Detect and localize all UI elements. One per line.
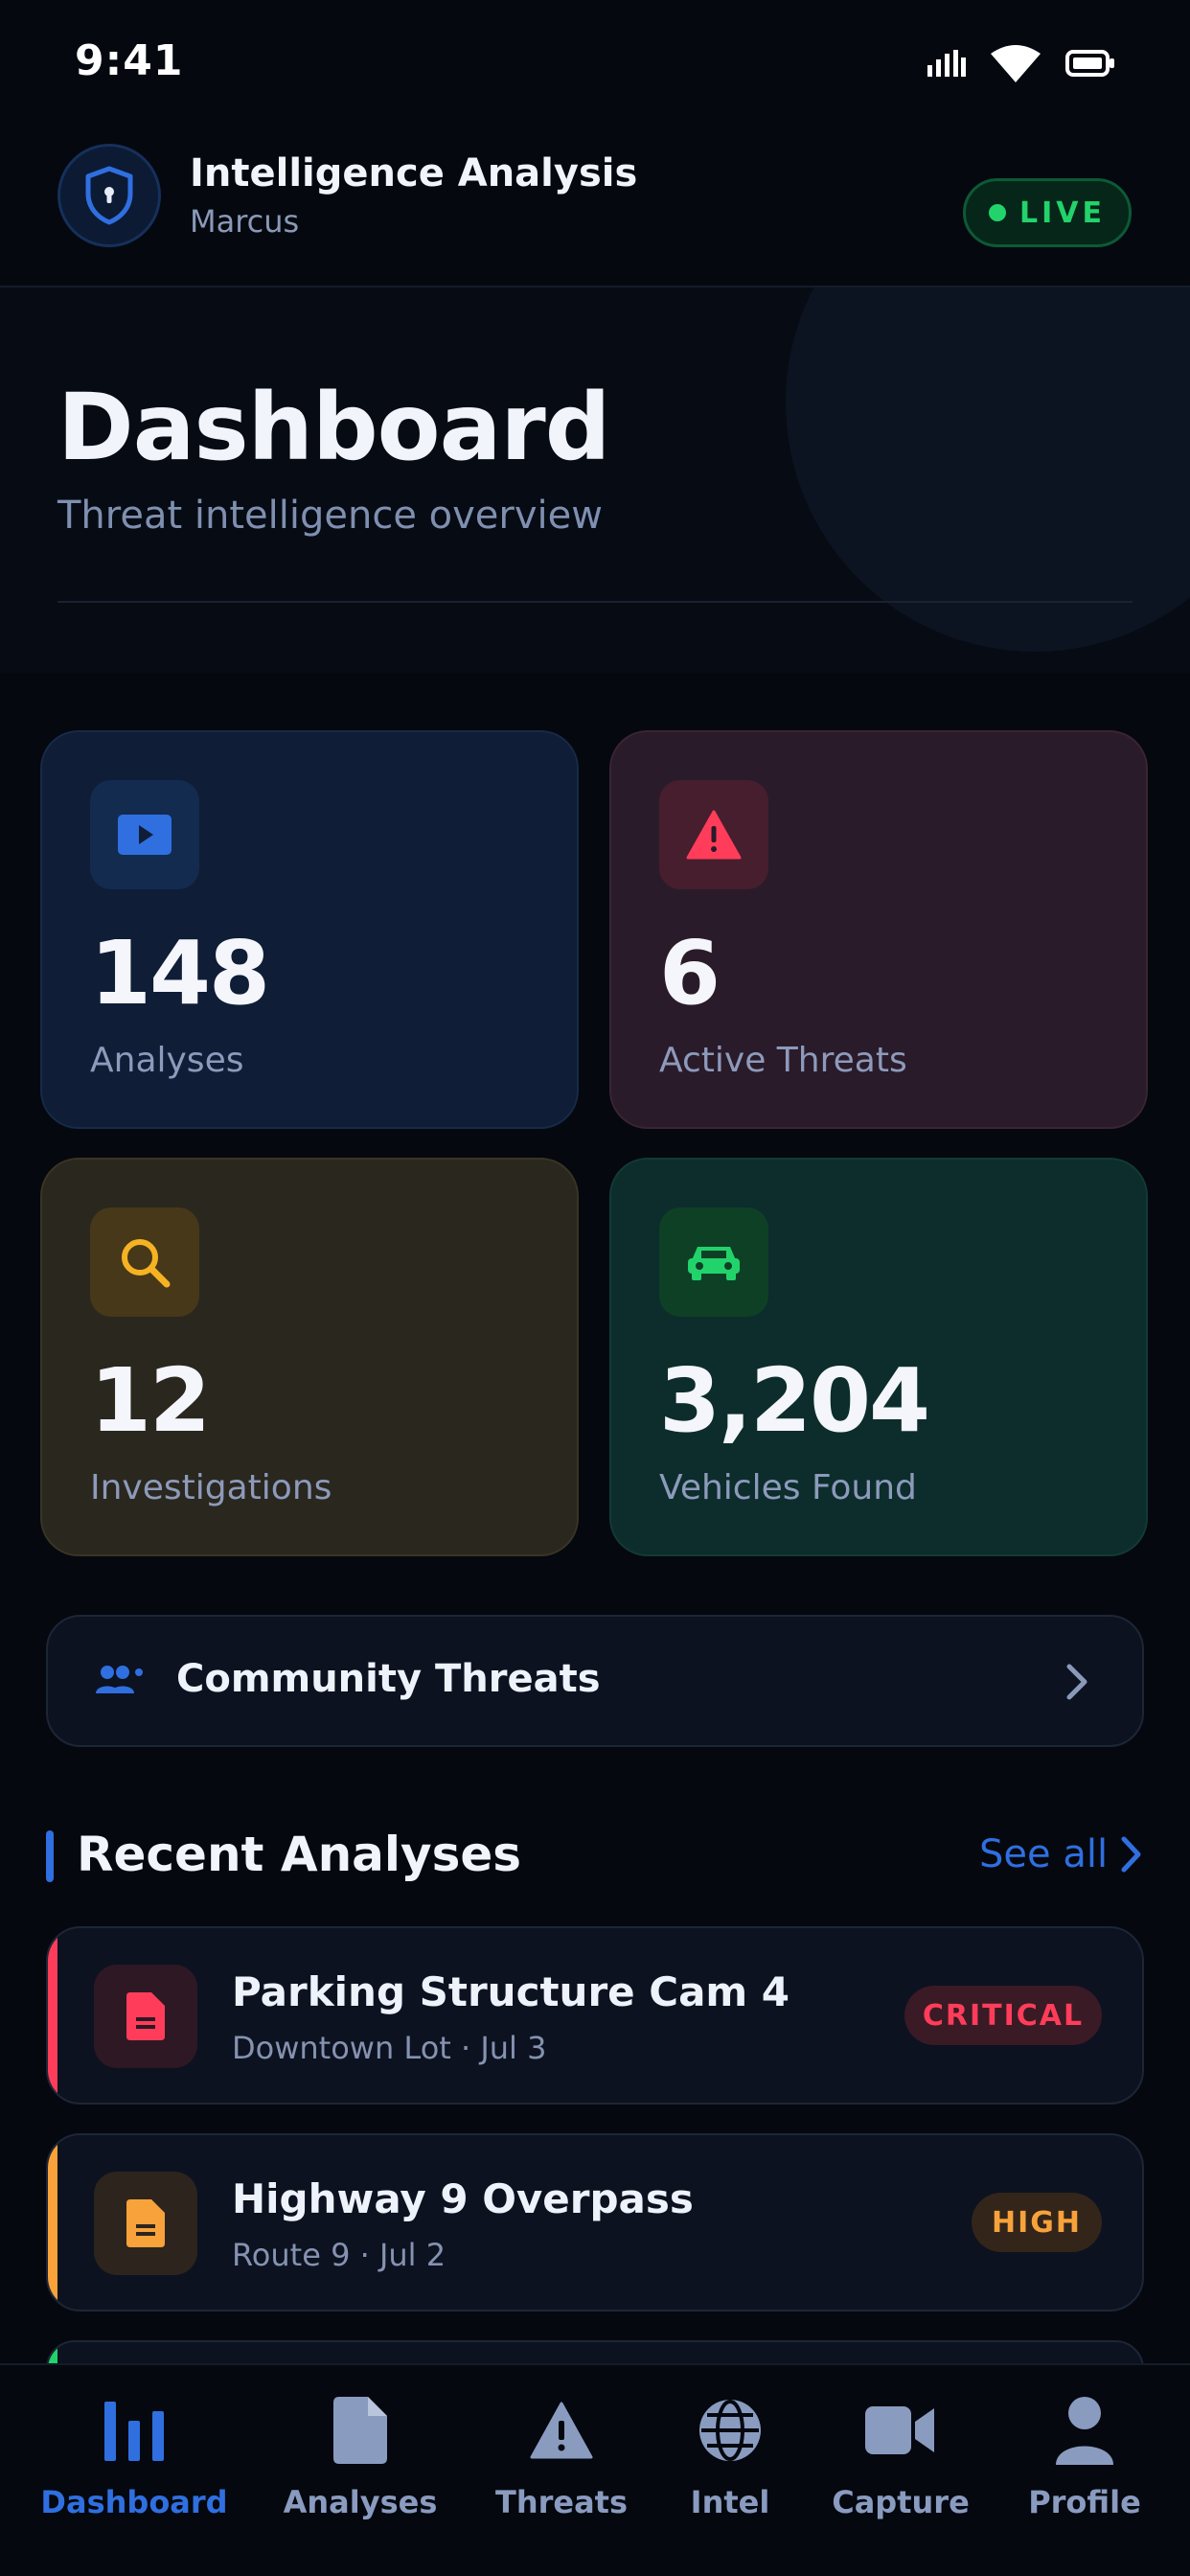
tab-label: Analyses [283,2484,438,2520]
document-icon [126,2199,165,2247]
severity-badge: HIGH [972,2193,1102,2252]
app-title: Intelligence Analysis [190,151,638,196]
battery-icon [1065,50,1114,77]
warning-icon [530,2402,593,2459]
stat-label: Active Threats [659,1041,907,1080]
status-time: 9:41 [75,36,184,85]
stat-icon-box [659,1208,768,1317]
stat-label: Investigations [90,1468,332,1507]
stat-card-analyses[interactable]: 148 Analyses [40,730,579,1129]
document-icon [126,1992,165,2040]
shield-icon [85,166,133,225]
bar-chart-icon [104,2402,164,2461]
globe-icon [699,2400,761,2461]
tab-label: Intel [690,2484,770,2520]
row-icon-box [94,1965,197,2068]
row-subtitle: Downtown Lot · Jul 3 [232,2030,547,2066]
signal-icon [927,50,966,77]
person-icon [1056,2397,1113,2465]
stat-icon-box [90,1208,199,1317]
section-title: Recent Analyses [77,1827,522,1882]
row-icon-box [94,2172,197,2275]
stat-card-active-threats[interactable]: 6 Active Threats [609,730,1148,1129]
tab-bar: Dashboard Analyses Threats Intel Capture… [0,2363,1190,2576]
app-logo [57,144,161,247]
stat-value: 6 [659,922,721,1024]
severity-badge: CRITICAL [904,1986,1102,2045]
stat-card-investigations[interactable]: 12 Investigations [40,1158,579,1556]
row-title: Parking Structure Cam 4 [232,1968,790,2015]
tab-analyses[interactable]: Analyses [264,2392,456,2520]
page-subtitle: Threat intelligence overview [57,494,603,538]
user-name: Marcus [190,203,300,240]
status-icons [927,44,1115,82]
tab-label: Threats [494,2484,629,2520]
stat-icon-box [659,780,768,889]
row-subtitle: Route 9 · Jul 2 [232,2237,446,2273]
list-item[interactable]: Highway 9 Overpass Route 9 · Jul 2 HIGH [46,2133,1144,2312]
community-threats-button[interactable]: Community Threats [46,1615,1144,1747]
tab-label: Dashboard [40,2484,228,2520]
stat-value: 3,204 [659,1349,930,1452]
list-item[interactable]: Parking Structure Cam 4 Downtown Lot · J… [46,1926,1144,2104]
video-camera-icon [865,2406,934,2454]
tab-dashboard[interactable]: Dashboard [38,2392,230,2520]
live-dot-icon [989,204,1006,221]
divider [57,601,1133,603]
tab-intel[interactable]: Intel [634,2392,826,2520]
stat-value: 12 [90,1349,211,1452]
car-icon [688,1247,740,1280]
see-all-link[interactable]: See all [979,1832,1142,1876]
document-icon [333,2397,387,2464]
severity-accent [48,2135,57,2310]
search-icon [122,1239,171,1288]
stat-icon-box [90,780,199,889]
chevron-right-icon [1121,1836,1141,1873]
video-play-icon [118,815,172,855]
community-threats-label: Community Threats [176,1657,601,1701]
tab-threats[interactable]: Threats [466,2392,657,2520]
users-icon [96,1666,143,1693]
stat-label: Vehicles Found [659,1468,917,1507]
stat-label: Analyses [90,1041,244,1080]
page-title: Dashboard [57,374,610,481]
warning-icon [686,810,742,860]
live-badge: LIVE [963,178,1132,247]
tab-profile[interactable]: Profile [989,2392,1180,2520]
live-label: LIVE [1019,196,1106,230]
tab-label: Profile [1028,2484,1141,2520]
row-title: Highway 9 Overpass [232,2175,694,2222]
section-accent-bar [46,1830,54,1882]
tab-capture[interactable]: Capture [805,2392,996,2520]
hero-decoration [786,288,1190,652]
tab-label: Capture [832,2484,970,2520]
chevron-right-icon [1066,1664,1087,1700]
wifi-icon [991,45,1041,82]
severity-accent [48,1928,57,2103]
stat-card-vehicles-found[interactable]: 3,204 Vehicles Found [609,1158,1148,1556]
see-all-label: See all [979,1832,1109,1876]
stat-value: 148 [90,922,270,1024]
